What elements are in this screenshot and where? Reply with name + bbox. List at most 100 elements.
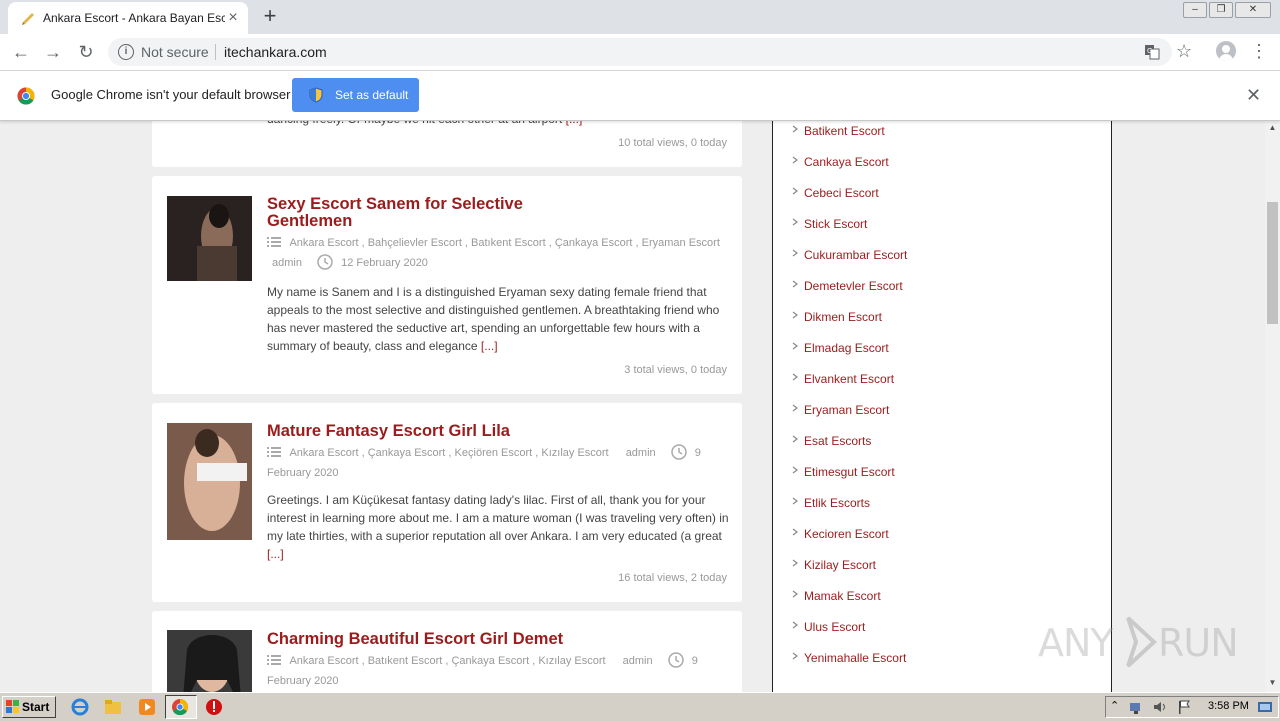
view-count: 16 total views, 2 today: [618, 572, 727, 584]
network-icon[interactable]: [1128, 699, 1144, 715]
sidebar-category-link[interactable]: Kizilay Escort: [791, 558, 876, 578]
post-card: Charming Beautiful Escort Girl Demet Ank…: [152, 611, 742, 692]
scroll-thumb[interactable]: [1267, 202, 1278, 324]
read-more-link[interactable]: [...]: [267, 547, 284, 561]
category-link[interactable]: Kızılay Escort: [541, 447, 608, 459]
sidebar-category-link[interactable]: Esat Escorts: [791, 434, 871, 454]
chrome-menu-icon[interactable]: ⋮: [1250, 40, 1268, 64]
translate-icon[interactable]: G: [1144, 44, 1160, 60]
category-link[interactable]: Batıkent Escort: [471, 237, 546, 249]
tab-strip: Ankara Escort - Ankara Bayan Escort × + …: [0, 0, 1280, 34]
post-author[interactable]: admin: [626, 447, 656, 459]
url-text[interactable]: itechankara.com: [224, 44, 327, 60]
chevron-right-icon: [792, 218, 798, 226]
post-title-link[interactable]: Charming Beautiful Escort Girl Demet: [267, 631, 727, 648]
category-link[interactable]: Çankaya Escort: [555, 237, 633, 249]
set-as-default-button[interactable]: Set as default: [292, 78, 419, 112]
new-tab-button[interactable]: +: [258, 5, 282, 29]
chevron-right-icon: [792, 497, 798, 505]
sidebar-category-link[interactable]: Etimesgut Escort: [791, 465, 895, 485]
sidebar-category-link[interactable]: Cebeci Escort: [791, 186, 879, 206]
sidebar-category-link[interactable]: Batikent Escort: [791, 124, 885, 144]
post-title-link[interactable]: Sexy Escort Sanem for Selective Gentleme…: [267, 196, 567, 230]
category-list-icon: [267, 237, 281, 247]
chrome-taskbar-icon[interactable]: [171, 698, 189, 716]
sidebar-category-link[interactable]: Mamak Escort: [791, 589, 881, 609]
category-link[interactable]: Kızılay Escort: [538, 655, 605, 667]
browser-tab[interactable]: Ankara Escort - Ankara Bayan Escort ×: [8, 2, 248, 34]
scroll-up-arrow-icon[interactable]: ▲: [1265, 121, 1280, 135]
view-count: 10 total views, 0 today: [618, 137, 727, 149]
category-link[interactable]: Çankaya Escort: [368, 447, 446, 459]
action-center-flag-icon[interactable]: [1176, 699, 1192, 715]
address-bar[interactable]: i Not secure itechankara.com G ☆: [108, 38, 1192, 66]
tab-close-icon[interactable]: ×: [224, 9, 242, 27]
windows-flag-icon: [6, 700, 19, 713]
sidebar-category-link[interactable]: Kecioren Escort: [791, 527, 889, 547]
post-date: February 2020: [267, 467, 339, 479]
sidebar-category-link[interactable]: Ulus Escort: [791, 620, 865, 640]
post-author[interactable]: admin: [272, 257, 302, 269]
category-list-icon: [267, 655, 281, 665]
back-icon[interactable]: ←: [9, 40, 33, 64]
sidebar-category-link[interactable]: Elmadag Escort: [791, 341, 889, 361]
category-link[interactable]: Eryaman Escort: [642, 237, 720, 249]
tab-title: Ankara Escort - Ankara Bayan Escort: [43, 11, 225, 25]
sidebar-category-link[interactable]: Elvankent Escort: [791, 372, 894, 392]
tray-expand-icon[interactable]: ⌃: [1110, 699, 1119, 712]
sidebar-category-link[interactable]: Eryaman Escort: [791, 403, 889, 423]
start-label: Start: [22, 700, 50, 714]
sidebar-category-link[interactable]: Stick Escort: [791, 217, 867, 237]
minimize-button[interactable]: –: [1183, 2, 1207, 18]
chevron-right-icon: [792, 528, 798, 536]
window-close-button[interactable]: ✕: [1235, 2, 1271, 18]
post-title-link[interactable]: Mature Fantasy Escort Girl Lila: [267, 423, 727, 440]
category-link[interactable]: Bahçelievler Escort: [368, 237, 462, 249]
category-link[interactable]: Keçiören Escort: [455, 447, 533, 459]
restore-button[interactable]: ❐: [1209, 2, 1233, 18]
post-date: 9: [691, 655, 698, 667]
sidebar-category-label: Eryaman Escort: [804, 403, 890, 417]
forward-icon[interactable]: →: [41, 40, 65, 64]
infobar-close-icon[interactable]: ✕: [1246, 85, 1261, 106]
chevron-right-icon: [792, 125, 798, 133]
sidebar-category-link[interactable]: Cukurambar Escort: [791, 248, 907, 268]
category-link[interactable]: Ankara Escort: [289, 655, 358, 667]
profile-avatar-icon[interactable]: [1216, 41, 1236, 61]
post-excerpt: Greetings. I am Küçükesat fantasy dating…: [267, 491, 729, 563]
category-link[interactable]: Ankara Escort: [289, 237, 358, 249]
chevron-right-icon: [792, 466, 798, 474]
category-link[interactable]: Ankara Escort: [289, 447, 358, 459]
sidebar-category-link[interactable]: Cankaya Escort: [791, 155, 889, 175]
media-player-icon[interactable]: [138, 698, 156, 716]
category-link[interactable]: Çankaya Escort: [451, 655, 529, 667]
post-meta: Ankara Escort , Batıkent Escort , Çankay…: [267, 651, 727, 691]
bookmark-star-icon[interactable]: ☆: [1176, 41, 1192, 62]
start-button[interactable]: Start: [2, 696, 56, 718]
sidebar-category-link[interactable]: Yenimahalle Escort: [791, 651, 906, 671]
sidebar-category-label: Esat Escorts: [804, 434, 872, 448]
sidebar-category-link[interactable]: Etlik Escorts: [791, 496, 870, 516]
post-author[interactable]: admin: [623, 655, 653, 667]
page-scrollbar[interactable]: ▲ ▼: [1265, 121, 1280, 692]
post-thumbnail[interactable]: [167, 630, 252, 692]
sidebar-category-link[interactable]: Dikmen Escort: [791, 310, 882, 330]
stop-alert-icon[interactable]: [205, 698, 223, 716]
sidebar-category-link[interactable]: Demetevler Escort: [791, 279, 903, 299]
volume-icon[interactable]: [1152, 699, 1168, 715]
internet-explorer-icon[interactable]: [71, 698, 89, 716]
show-desktop-icon[interactable]: [1257, 699, 1273, 715]
reload-icon[interactable]: ↻: [74, 40, 98, 64]
post-thumbnail[interactable]: [167, 196, 252, 281]
read-more-link[interactable]: [...]: [481, 339, 498, 353]
post-card: Sexy Escort Sanem for Selective Gentleme…: [152, 176, 742, 394]
sidebar-category-label: Kizilay Escort: [804, 558, 877, 572]
info-icon[interactable]: i: [118, 44, 134, 60]
sidebar-category-label: Kecioren Escort: [804, 527, 889, 541]
scroll-down-arrow-icon[interactable]: ▼: [1265, 676, 1280, 690]
taskbar-clock[interactable]: 3:58 PM: [1208, 700, 1249, 712]
file-explorer-icon[interactable]: [104, 698, 122, 716]
category-link[interactable]: Batıkent Escort: [368, 655, 443, 667]
post-thumbnail[interactable]: [167, 423, 252, 540]
chevron-right-icon: [792, 156, 798, 164]
